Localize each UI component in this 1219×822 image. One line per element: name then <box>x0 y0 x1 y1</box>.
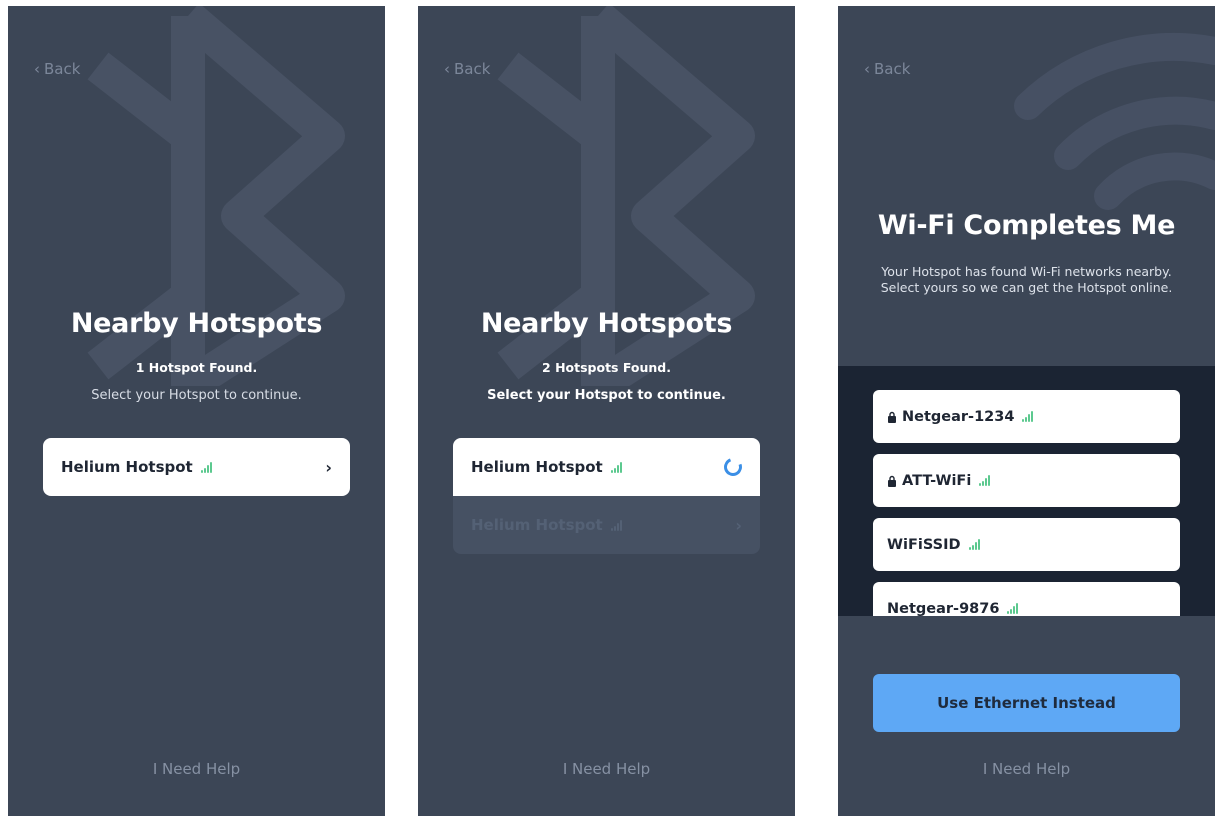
wifi-ssid: Netgear-1234 <box>902 408 1015 425</box>
use-ethernet-button[interactable]: Use Ethernet Instead <box>873 674 1180 732</box>
signal-strength-icon <box>1007 603 1019 614</box>
screen-wifi-select: ‹ Back Wi-Fi Completes Me Your Hotspot h… <box>838 6 1215 816</box>
back-label: Back <box>874 60 911 78</box>
instruction-text: Select your Hotspot to continue. <box>487 388 726 403</box>
back-button[interactable]: ‹ Back <box>34 60 80 78</box>
wifi-ssid: Netgear-9876 <box>887 600 1000 617</box>
instruction-text: Select your Hotspot to continue. <box>91 388 302 403</box>
chevron-right-icon: › <box>735 515 742 535</box>
wifi-network-item[interactable]: Netgear-1234 <box>873 390 1180 443</box>
wifi-ssid: WiFiSSID <box>887 536 961 553</box>
wifi-network-item[interactable]: WiFiSSID <box>873 518 1180 571</box>
screen-nearby-hotspots-single: ‹ Back Nearby Hotspots 1 Hotspot Found. … <box>8 6 385 816</box>
wifi-network-item[interactable]: Netgear-9876 <box>873 582 1180 616</box>
hotspot-name: Helium Hotspot <box>471 516 603 534</box>
signal-strength-icon <box>200 461 212 473</box>
screen-nearby-hotspots-multiple: ‹ Back Nearby Hotspots 2 Hotspots Found.… <box>418 6 795 816</box>
signal-strength-icon <box>610 519 622 531</box>
hotspot-item-loading[interactable]: Helium Hotspot <box>453 438 760 496</box>
wifi-network-list[interactable]: Netgear-1234 ATT-WiFi WiFiSSID Netgear-9… <box>838 366 1215 616</box>
help-link[interactable]: I Need Help <box>418 760 795 778</box>
lock-icon <box>888 475 896 487</box>
hotspot-count: 1 Hotspot Found. <box>135 360 258 375</box>
back-button[interactable]: ‹ Back <box>444 60 490 78</box>
loading-spinner-icon <box>721 455 745 479</box>
chevron-left-icon: ‹ <box>34 59 40 78</box>
page-title: Nearby Hotspots <box>70 308 323 339</box>
help-link[interactable]: I Need Help <box>8 760 385 778</box>
hotspot-name: Helium Hotspot <box>471 458 603 476</box>
page-title: Wi-Fi Completes Me <box>877 210 1176 241</box>
hotspot-item[interactable]: Helium Hotspot › <box>43 438 350 496</box>
lock-icon <box>888 411 896 423</box>
description-text: Your Hotspot has found Wi-Fi networks ne… <box>880 264 1173 295</box>
hotspot-count: 2 Hotspots Found. <box>542 360 671 375</box>
chevron-right-icon: › <box>325 457 332 477</box>
chevron-left-icon: ‹ <box>444 59 450 78</box>
signal-strength-icon <box>610 461 622 473</box>
wifi-network-item[interactable]: ATT-WiFi <box>873 454 1180 507</box>
signal-strength-icon <box>1022 411 1034 422</box>
signal-strength-icon <box>979 475 991 486</box>
help-link[interactable]: I Need Help <box>838 760 1215 778</box>
wifi-ssid: ATT-WiFi <box>902 472 972 489</box>
back-label: Back <box>44 60 81 78</box>
back-label: Back <box>454 60 491 78</box>
signal-strength-icon <box>968 539 980 550</box>
hotspot-item-disabled: Helium Hotspot › <box>453 496 760 554</box>
chevron-left-icon: ‹ <box>864 59 870 78</box>
back-button[interactable]: ‹ Back <box>864 60 910 78</box>
hotspot-name: Helium Hotspot <box>61 458 193 476</box>
page-title: Nearby Hotspots <box>480 308 733 339</box>
